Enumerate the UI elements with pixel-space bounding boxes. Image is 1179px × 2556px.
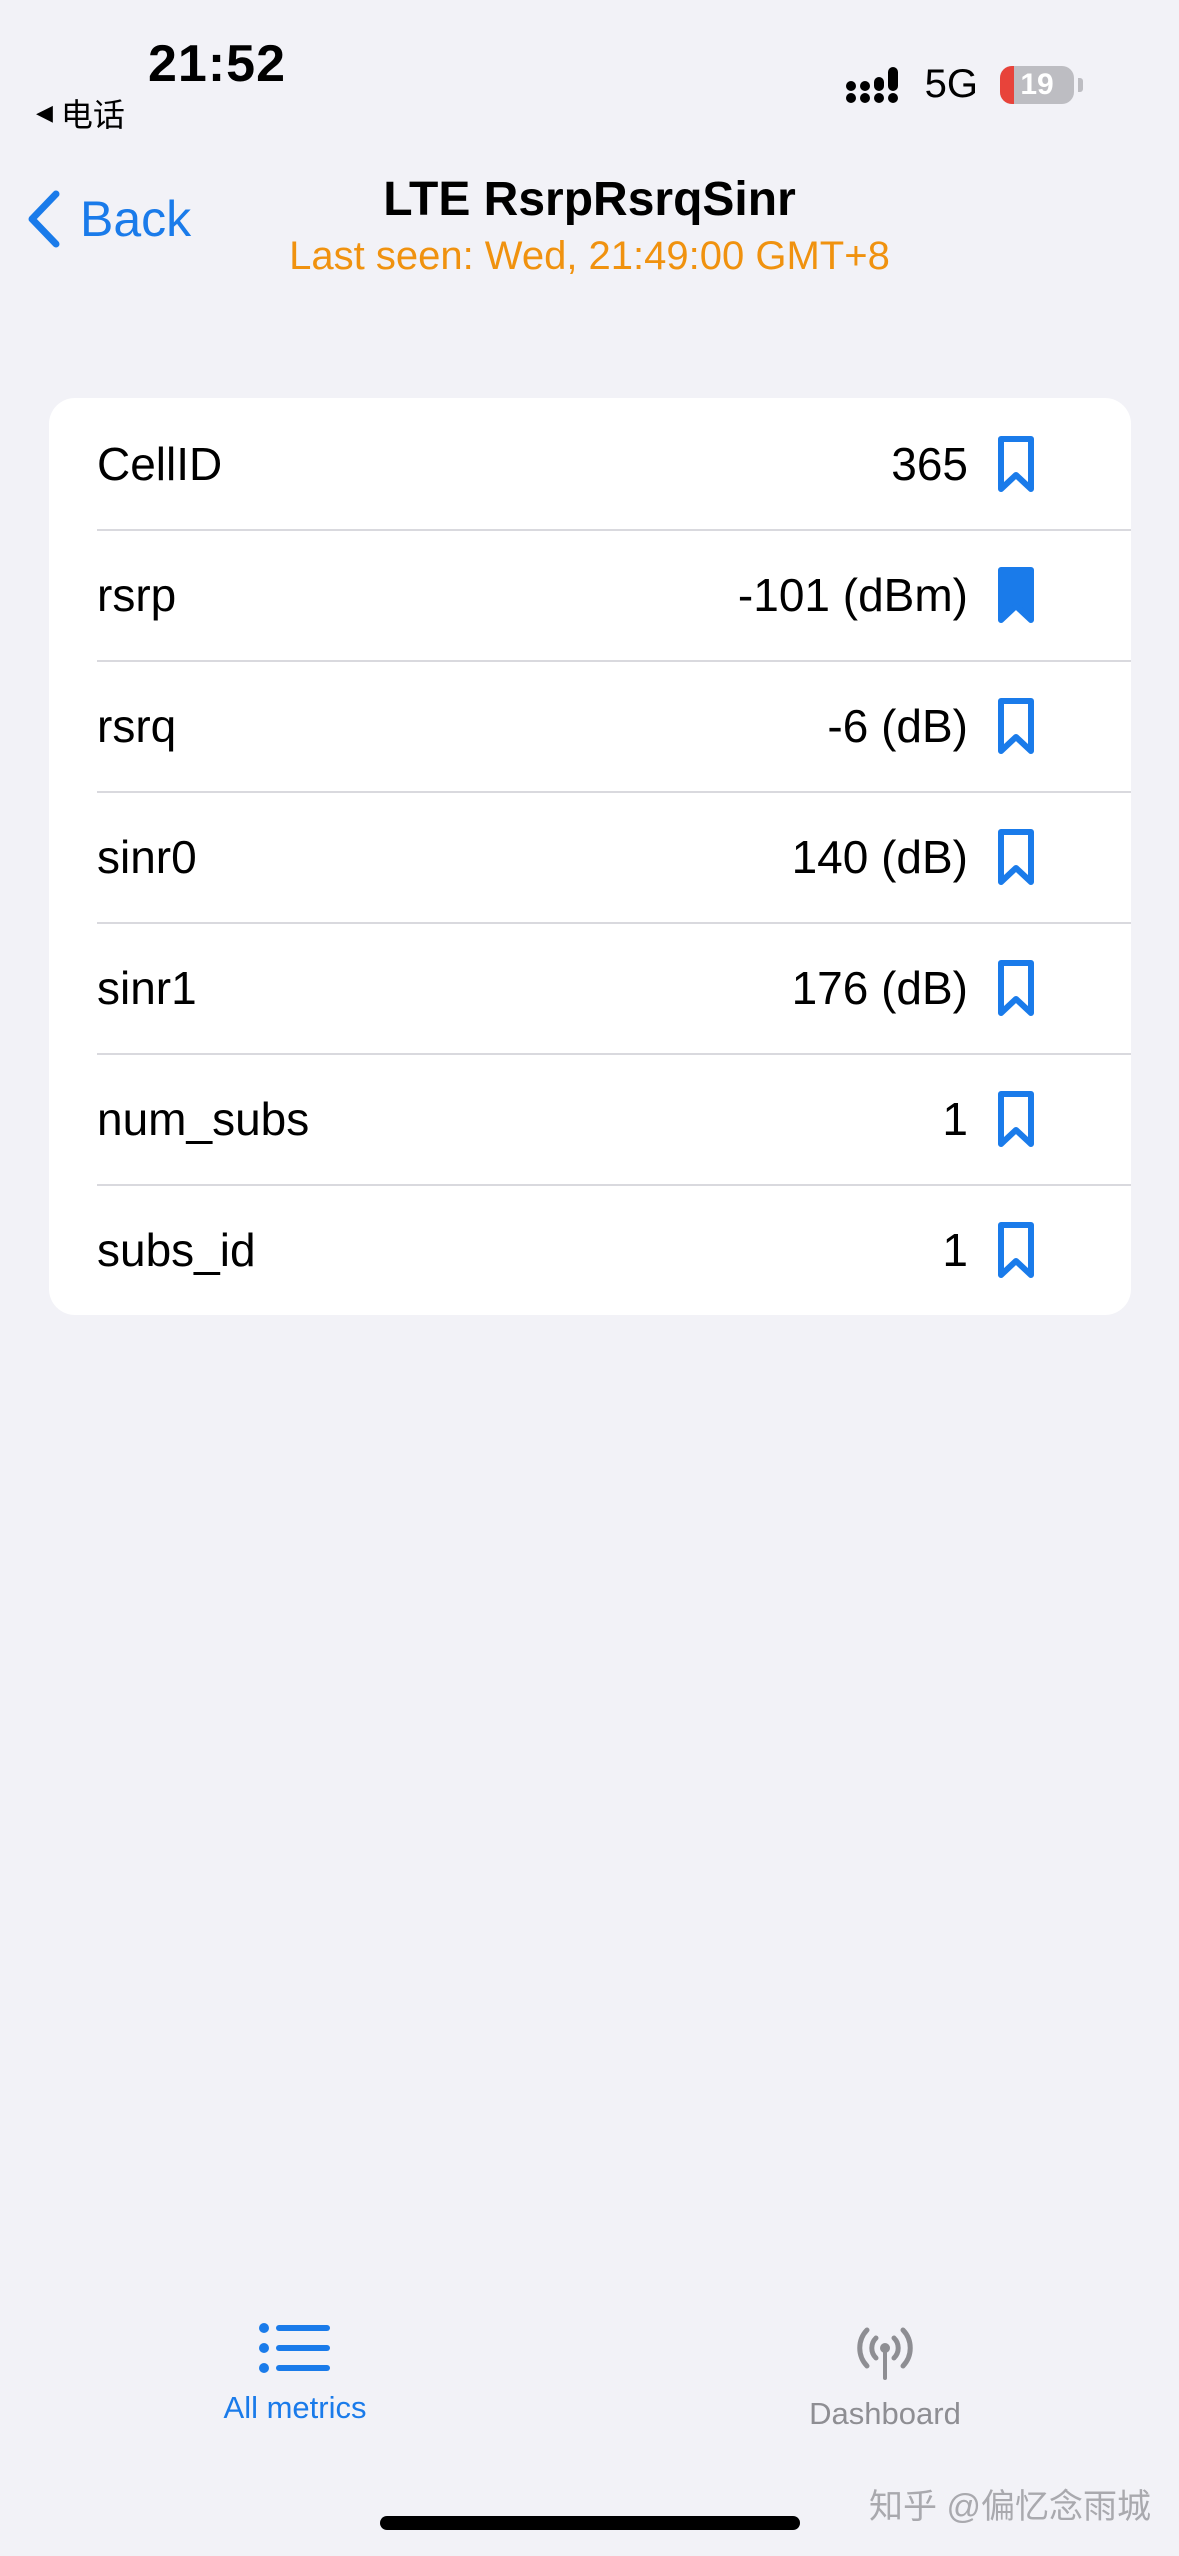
bookmark-icon[interactable] xyxy=(996,697,1036,755)
battery-icon: 19 xyxy=(1000,65,1074,104)
metric-label: rsrq xyxy=(97,699,177,752)
metric-row-cellid: CellID 365 xyxy=(49,398,1131,529)
metric-label: CellID xyxy=(97,437,223,490)
home-indicator[interactable] xyxy=(380,2516,800,2530)
battery-level: 19 xyxy=(1020,67,1054,101)
tab-dashboard-label: Dashboard xyxy=(809,2396,961,2431)
battery-tip xyxy=(1078,77,1083,92)
bookmark-icon[interactable] xyxy=(996,435,1036,493)
bookmark-icon[interactable] xyxy=(996,828,1036,886)
metric-value: -6 (dB) xyxy=(827,699,968,752)
page-title: LTE RsrpRsrqSinr xyxy=(383,173,796,226)
metric-value: 176 (dB) xyxy=(791,961,968,1014)
last-seen-subtitle: Last seen: Wed, 21:49:00 GMT+8 xyxy=(289,234,890,278)
metric-row-rsrq: rsrq -6 (dB) xyxy=(49,660,1131,791)
metric-row-sinr1: sinr1 176 (dB) xyxy=(49,922,1131,1053)
signal-icon xyxy=(845,66,898,103)
status-indicators: 5G 19 xyxy=(845,62,1083,107)
metric-row-subs-id: subs_id 1 xyxy=(49,1184,1131,1315)
tab-all-metrics[interactable]: All metrics xyxy=(200,2320,390,2426)
metric-row-num-subs: num_subs 1 xyxy=(49,1053,1131,1184)
antenna-icon xyxy=(857,2327,913,2380)
status-time: 21:52 xyxy=(148,35,286,93)
metric-label: sinr1 xyxy=(97,961,197,1014)
metric-label: subs_id xyxy=(97,1223,256,1276)
metric-value: -101 (dBm) xyxy=(737,568,968,621)
bookmark-icon[interactable] xyxy=(996,1221,1036,1279)
bookmark-filled-icon[interactable] xyxy=(996,566,1036,624)
status-back-to-app[interactable]: ◀ 电话 xyxy=(36,90,125,136)
metric-value: 140 (dB) xyxy=(791,830,968,883)
metric-row-rsrp: rsrp -101 (dBm) xyxy=(49,529,1131,660)
metric-value: 1 xyxy=(942,1092,968,1145)
tab-all-metrics-label: All metrics xyxy=(223,2390,367,2425)
status-back-app-label: 电话 xyxy=(60,97,125,133)
watermark: 知乎 @偏忆念雨城 xyxy=(869,2488,1151,2526)
metric-label: num_subs xyxy=(97,1092,310,1145)
metric-label: rsrp xyxy=(97,568,177,621)
network-type: 5G xyxy=(924,62,978,106)
tab-dashboard[interactable]: Dashboard xyxy=(780,2320,990,2432)
battery-fill xyxy=(1000,65,1015,104)
bookmark-icon[interactable] xyxy=(996,959,1036,1017)
metric-value: 1 xyxy=(942,1223,968,1276)
metrics-list: CellID 365 rsrp -101 (dBm) rsrq -6 (dB) … xyxy=(49,398,1131,1315)
metric-row-sinr0: sinr0 140 (dB) xyxy=(49,791,1131,922)
back-triangle-icon: ◀ xyxy=(36,100,53,125)
metric-label: sinr0 xyxy=(97,830,197,883)
bookmark-icon[interactable] xyxy=(996,1090,1036,1148)
list-icon xyxy=(259,2323,330,2373)
metric-value: 365 xyxy=(891,437,968,490)
